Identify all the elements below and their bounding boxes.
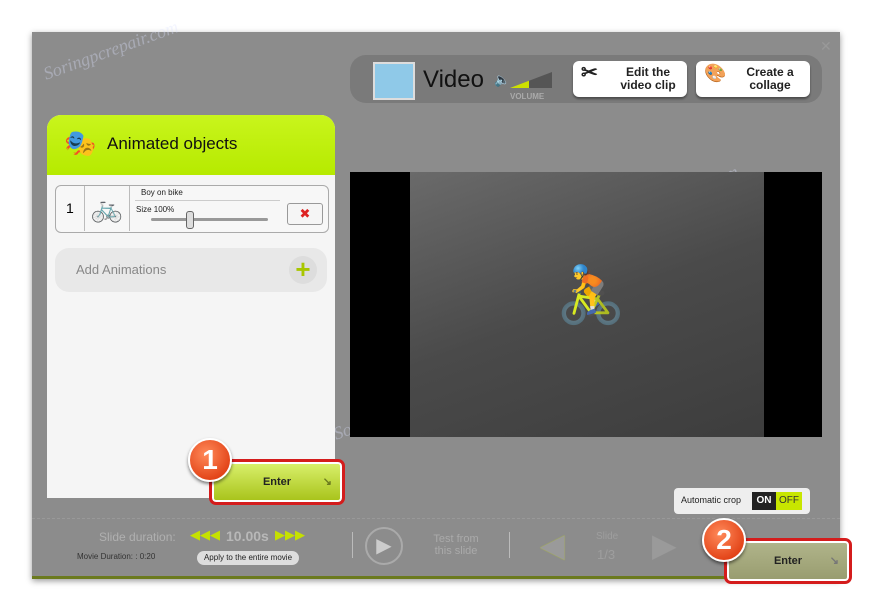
add-icon[interactable]: + (289, 256, 317, 284)
delete-object-button[interactable]: ✖ (287, 203, 323, 225)
video-title: Video (423, 66, 484, 94)
enter-button-panel[interactable]: Enter↘ (212, 462, 342, 502)
divider (135, 200, 280, 201)
divider (352, 532, 353, 558)
size-slider[interactable] (151, 218, 268, 221)
slide-label: Slide (596, 531, 618, 542)
panel-title: Animated objects (107, 134, 237, 154)
close-icon[interactable]: ✕ (820, 38, 832, 55)
volume-label: VOLUME (510, 92, 544, 101)
create-collage-button[interactable]: 🎨 Create a collage (696, 61, 810, 97)
speaker-icon[interactable]: 🔈 (494, 72, 510, 88)
automatic-crop-toggle[interactable]: Automatic crop ON OFF (674, 488, 810, 514)
next-slide-icon[interactable]: ▶ (652, 526, 677, 564)
play-button[interactable]: ▶ (365, 527, 403, 565)
object-name: Boy on bike (141, 188, 183, 197)
duration-value: 10.00s (226, 528, 269, 544)
enter-button-main[interactable]: Enter↘ (727, 541, 849, 581)
object-index: 1 (66, 200, 74, 216)
scissors-icon: ✂ (581, 67, 598, 80)
boy-on-bike-thumbnail: 🚲 (84, 186, 130, 231)
decrease-duration-icon[interactable]: ◀◀◀ (190, 527, 220, 543)
jester-hat-icon: 🎭 (64, 128, 96, 159)
edit-video-clip-button[interactable]: ✂ Edit the video clip (573, 61, 687, 97)
slide-count: 1/3 (597, 547, 615, 562)
size-label: Size 100% (136, 205, 174, 214)
step-badge-2: 2 (702, 518, 746, 562)
divider (509, 532, 510, 558)
crop-on[interactable]: ON (752, 492, 776, 510)
size-slider-handle[interactable] (186, 211, 194, 229)
step-badge-1: 1 (188, 438, 232, 482)
boy-on-bike-sprite[interactable]: 🚴 (556, 262, 626, 328)
collage-icon: 🎨 (704, 67, 726, 80)
test-from-slide-label[interactable]: Test from this slide (426, 533, 486, 557)
arrow-icon: ↘ (323, 464, 332, 500)
apply-to-entire-movie-button[interactable]: Apply to the entire movie (197, 551, 299, 565)
add-animations-label: Add Animations (76, 262, 166, 277)
slide-duration-label: Slide duration: (99, 530, 176, 544)
increase-duration-icon[interactable]: ▶▶▶ (275, 527, 305, 543)
video-camera-icon (373, 62, 415, 100)
arrow-icon: ↘ (830, 543, 839, 579)
crop-off[interactable]: OFF (776, 492, 802, 510)
movie-duration: Movie Duration: : 0:20 (77, 552, 155, 561)
previous-slide-icon[interactable]: ◀ (540, 526, 565, 564)
